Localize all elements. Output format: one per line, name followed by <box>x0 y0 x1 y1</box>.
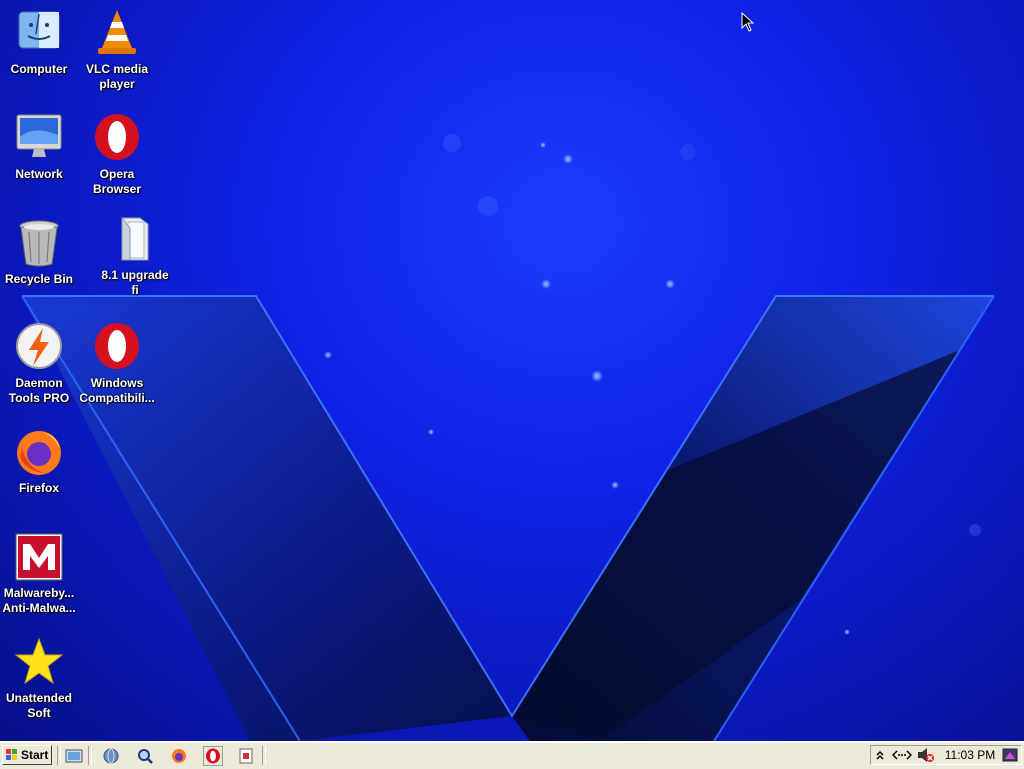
icon-label: Opera Browser <box>92 167 142 196</box>
desktop-icon-firefox[interactable]: Firefox <box>0 427 78 496</box>
icon-label: Network <box>15 167 63 181</box>
desktop-icon-daemon-tools-pro[interactable]: Daemon Tools PRO <box>0 322 78 406</box>
browser-globe-icon <box>103 748 119 764</box>
desktop-icon-vlc-media-player[interactable]: VLC media player <box>78 8 156 92</box>
windows-logo-icon <box>6 749 17 760</box>
folder-icon <box>110 214 160 264</box>
start-button[interactable]: Start <box>2 745 52 765</box>
show-desktop-icon <box>65 749 83 763</box>
trash-bin-icon <box>14 218 64 268</box>
desktop-icon-8-1-upgrade-folder[interactable]: 8.1 upgrade fi <box>96 214 174 298</box>
volume-muted-icon <box>918 748 934 762</box>
icon-label: Daemon Tools PRO <box>8 376 70 405</box>
icon-label: Firefox <box>18 481 59 495</box>
desktop-tray-icon <box>1002 748 1018 762</box>
firefox-icon <box>14 427 64 477</box>
start-label: Start <box>21 748 49 762</box>
icon-label: Malwareby... Anti-Malwa... <box>2 586 76 615</box>
star-icon <box>14 637 64 687</box>
firefox-icon <box>172 749 186 763</box>
mouse-cursor-icon <box>741 12 755 32</box>
desktop-icon-opera-browser[interactable]: Opera Browser <box>78 113 156 197</box>
quick-launch-browser[interactable] <box>101 746 121 766</box>
icon-label: 8.1 upgrade fi <box>101 268 169 297</box>
desktop-icon-windows-compatibility[interactable]: Windows Compatibili... <box>78 322 156 406</box>
vlc-cone-icon <box>92 8 142 58</box>
clock-time: 11:03 PM <box>944 748 996 762</box>
desktop-icon-malwarebytes[interactable]: Malwareby... Anti-Malwa... <box>0 532 78 616</box>
desktop-icon-unattended-soft[interactable]: Unattended Soft <box>0 637 78 721</box>
quick-launch-show-desktop[interactable] <box>64 746 84 766</box>
quick-launch-search[interactable] <box>135 746 155 766</box>
finder-computer-icon <box>14 8 64 58</box>
desktop[interactable]: Computer VLC media player Network Opera … <box>0 0 1024 741</box>
clock[interactable]: 11:03 PM <box>941 747 999 763</box>
taskbar-separator <box>262 746 266 765</box>
icon-label: Windows Compatibili... <box>79 376 155 405</box>
app-window-icon <box>239 748 253 764</box>
quick-launch-firefox[interactable] <box>169 746 189 766</box>
network-status-icon <box>892 750 912 760</box>
quick-launch-opera[interactable] <box>203 746 223 766</box>
desktop-icon-network[interactable]: Network <box>0 113 78 182</box>
tray-desktop-button[interactable] <box>1001 747 1019 763</box>
daemon-tools-icon <box>14 322 64 372</box>
opera-icon <box>92 322 142 372</box>
desktop-icon-recycle-bin[interactable]: Recycle Bin <box>0 218 78 287</box>
icon-label: VLC media player <box>85 62 148 91</box>
network-status-button[interactable] <box>891 747 913 763</box>
malwarebytes-icon <box>14 532 64 582</box>
imac-network-icon <box>14 113 64 163</box>
taskbar-separator <box>57 746 61 765</box>
system-tray: 11:03 PM <box>870 745 1022 765</box>
volume-button[interactable] <box>917 747 935 763</box>
icon-label: Computer <box>10 62 68 76</box>
taskbar: Start 11:03 PM <box>0 741 1024 769</box>
opera-icon <box>92 113 142 163</box>
show-hidden-icon <box>876 750 884 760</box>
icon-label: Unattended Soft <box>6 691 72 720</box>
taskbar-separator <box>88 746 92 765</box>
desktop-icon-computer[interactable]: Computer <box>0 8 78 77</box>
quick-launch-app[interactable] <box>236 746 256 766</box>
search-icon <box>138 749 153 764</box>
opera-icon <box>206 748 220 764</box>
show-hidden-icons-button[interactable] <box>873 747 887 763</box>
icon-label: Recycle Bin <box>4 272 74 286</box>
